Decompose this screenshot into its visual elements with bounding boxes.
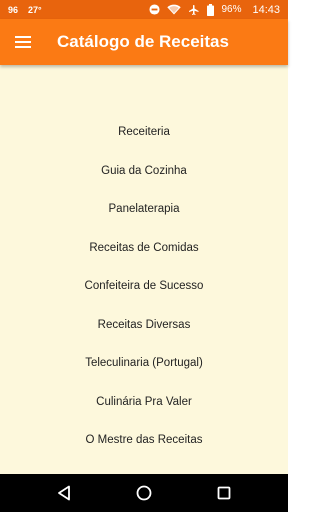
list-item-teleculinaria[interactable]: Teleculinaria (Portugal) (0, 344, 288, 383)
hamburger-menu-button[interactable] (10, 29, 36, 55)
battery-icon (207, 3, 215, 16)
system-nav-bar (0, 474, 288, 512)
recents-icon (217, 486, 231, 500)
app-title: Catálogo de Receitas (57, 32, 229, 51)
app-bar: Catálogo de Receitas (0, 19, 288, 65)
list-item-receitas-diversas[interactable]: Receitas Diversas (0, 306, 288, 345)
recents-button[interactable] (214, 483, 234, 503)
list-item-receitas-de-comidas[interactable]: Receitas de Comidas (0, 229, 288, 268)
home-button[interactable] (134, 483, 154, 503)
list-item-panelaterapia[interactable]: Panelaterapia (0, 190, 288, 229)
status-time: 14:43 (252, 3, 280, 16)
battery-percentage: 96% (221, 4, 242, 15)
list-item-guia-da-cozinha[interactable]: Guia da Cozinha (0, 152, 288, 191)
status-indicator-1: 96 (8, 4, 19, 15)
status-left: 96 27° (8, 0, 42, 19)
minus-circle-icon (149, 4, 160, 15)
airplane-icon (188, 4, 200, 16)
main-content: Receiteria Guia da Cozinha Panelaterapia… (0, 65, 288, 474)
home-icon (136, 485, 152, 501)
back-icon (58, 485, 70, 501)
hamburger-menu-icon (15, 36, 31, 48)
list-item-o-mestre-das-receitas[interactable]: O Mestre das Receitas (0, 421, 288, 460)
wifi-icon (167, 4, 182, 15)
back-button[interactable] (54, 483, 74, 503)
status-right: 96% 14:43 (149, 0, 280, 19)
list-item-culinaria-pra-valer[interactable]: Culinária Pra Valer (0, 383, 288, 422)
list-item-receiteria[interactable]: Receiteria (0, 113, 288, 152)
status-bar: 96 27° 96% 14:43 (0, 0, 288, 19)
status-indicator-temperature: 27° (28, 4, 42, 15)
recipe-site-list: Receiteria Guia da Cozinha Panelaterapia… (0, 113, 288, 460)
app-screen: 96 27° 96% 14:43 Catálogo de Receitas Re… (0, 0, 288, 512)
list-item-confeiteira-de-sucesso[interactable]: Confeiteira de Sucesso (0, 267, 288, 306)
